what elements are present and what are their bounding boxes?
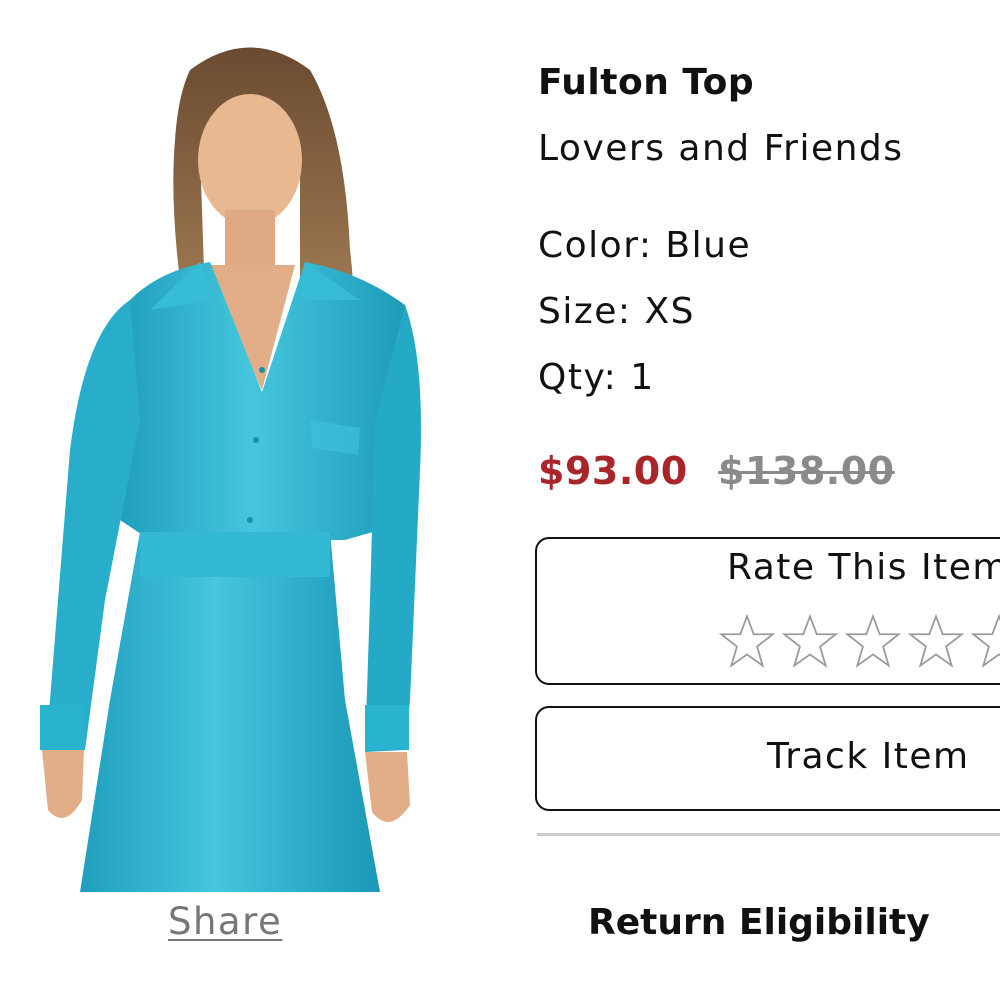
product-quantity: Qty: 1 <box>538 357 655 398</box>
product-size: Size: XS <box>538 291 695 332</box>
star-icon-2[interactable] <box>781 613 839 669</box>
product-color: Color: Blue <box>538 225 752 266</box>
return-eligibility-link[interactable]: Return Eligibility <box>588 902 930 943</box>
original-price: $138.00 <box>718 449 895 493</box>
track-item-button[interactable]: Track Item <box>535 706 1000 811</box>
star-icon-3[interactable] <box>844 613 902 669</box>
star-icon-5[interactable] <box>970 613 1000 669</box>
rate-item-label: Rate This Item <box>727 547 1000 588</box>
star-icon-1[interactable] <box>718 613 776 669</box>
rate-item-box: Rate This Item <box>535 537 1000 685</box>
star-rating <box>718 613 1000 669</box>
star-icon-4[interactable] <box>907 613 965 669</box>
product-brand: Lovers and Friends <box>538 128 904 169</box>
product-title: Fulton Top <box>538 62 755 103</box>
divider <box>537 833 1000 836</box>
product-image <box>0 0 470 892</box>
track-item-label: Track Item <box>767 736 970 777</box>
share-link[interactable]: Share <box>168 900 282 943</box>
sale-price: $93.00 <box>538 449 688 493</box>
